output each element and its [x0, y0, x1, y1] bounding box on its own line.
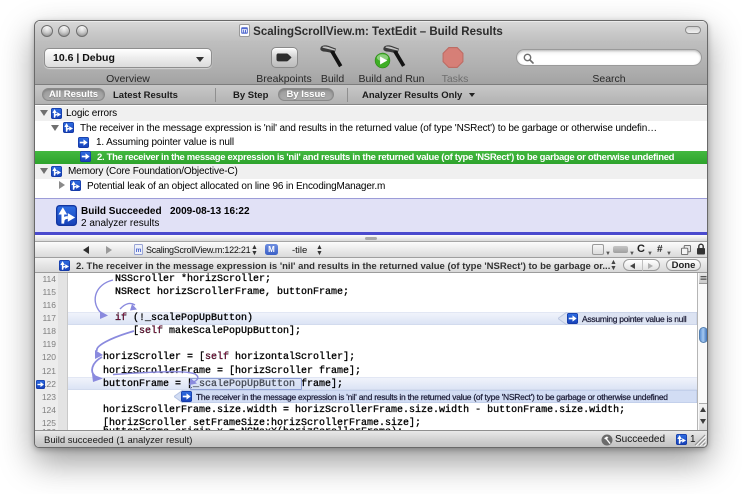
svg-text:m: m	[136, 247, 142, 254]
svg-text:m: m	[242, 28, 247, 34]
